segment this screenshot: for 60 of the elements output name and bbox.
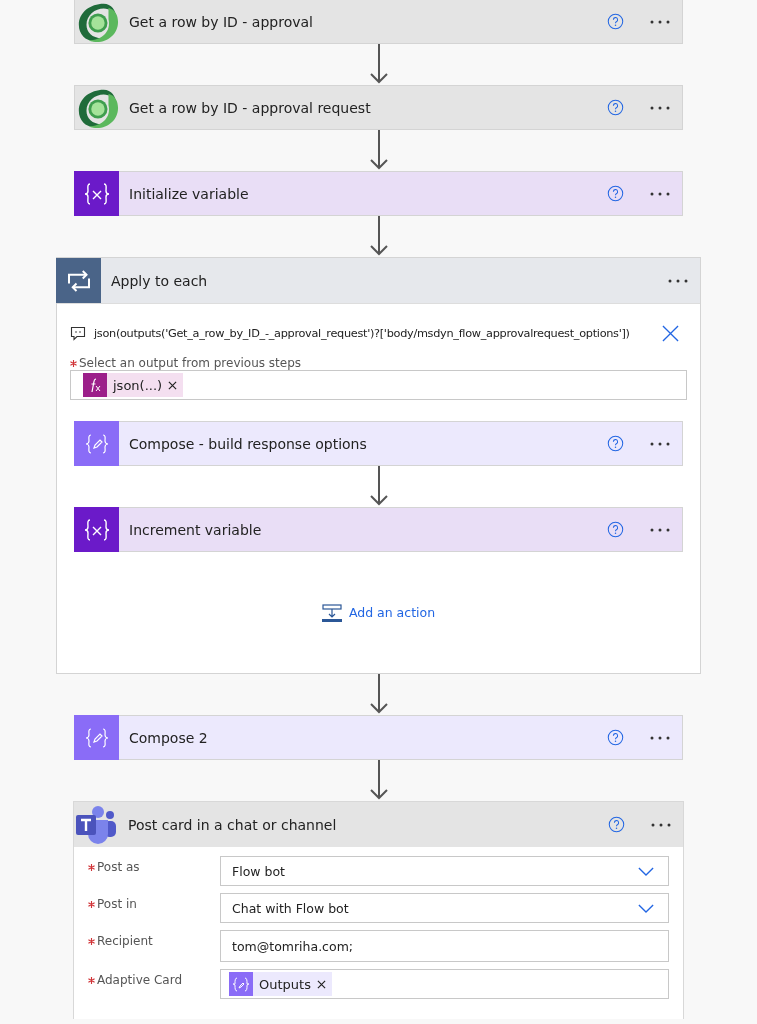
remove-icon[interactable]	[168, 380, 178, 390]
connector-arrow	[368, 216, 389, 257]
help-icon[interactable]	[607, 99, 624, 116]
action-card[interactable]: Compose - build response options	[74, 421, 683, 466]
more-icon[interactable]	[650, 105, 670, 110]
chevron-down-icon	[638, 903, 654, 913]
connector-arrow	[368, 760, 389, 801]
field-label: Post as	[97, 860, 140, 874]
input-field[interactable]: Outputs	[220, 969, 669, 999]
connector-arrow	[368, 44, 389, 85]
action-card[interactable]: Compose 2	[74, 715, 683, 760]
dropdown[interactable]: Chat with Flow bot	[220, 893, 669, 923]
add-action-icon	[321, 603, 342, 622]
input-field[interactable]: json(...)	[70, 370, 687, 400]
step-title: Compose 2	[128, 729, 209, 746]
action-card[interactable]: Get a row by ID - approval request	[74, 85, 683, 130]
chevron-down-icon	[638, 866, 654, 876]
action-card[interactable]: Post card in a chat or channel	[74, 802, 683, 847]
compose-icon	[229, 972, 253, 996]
more-icon[interactable]	[650, 735, 670, 740]
more-icon[interactable]	[650, 527, 670, 532]
comment-icon	[70, 325, 86, 341]
connector-arrow	[368, 674, 389, 715]
more-icon[interactable]	[668, 278, 688, 283]
step-title: Get a row by ID - approval request	[128, 99, 372, 116]
input-field[interactable]: tom@tomriha.com;	[220, 930, 669, 962]
help-icon[interactable]	[607, 435, 624, 452]
connector-arrow	[368, 466, 389, 507]
more-icon[interactable]	[651, 822, 671, 827]
step-title: Apply to each	[110, 272, 209, 289]
close-icon[interactable]	[662, 324, 679, 342]
step-title: Initialize variable	[128, 185, 250, 202]
more-icon[interactable]	[650, 19, 670, 24]
help-icon[interactable]	[608, 816, 625, 833]
connector-arrow	[368, 130, 389, 171]
help-icon[interactable]	[607, 521, 624, 538]
help-icon[interactable]	[607, 729, 624, 746]
step-title: Post card in a chat or channel	[127, 816, 338, 833]
action-card[interactable]: Get a row by ID - approval	[74, 0, 683, 44]
add-action-link[interactable]: Add an action	[321, 603, 436, 622]
field-label: Adaptive Card	[97, 973, 182, 987]
token-chip[interactable]: Outputs	[229, 972, 332, 996]
token-chip[interactable]: json(...)	[83, 373, 184, 397]
function-icon	[83, 373, 107, 397]
step-title: Get a row by ID - approval	[128, 13, 314, 30]
field-label: Select an output from previous steps	[79, 356, 302, 370]
help-icon[interactable]	[607, 13, 624, 30]
field-label: Recipient	[97, 934, 153, 948]
help-icon[interactable]	[607, 185, 624, 202]
dropdown[interactable]: Flow bot	[220, 856, 669, 886]
more-icon[interactable]	[650, 441, 670, 446]
field-label: Post in	[97, 897, 137, 911]
card-header[interactable]: Apply to each	[57, 258, 700, 304]
step-title: Increment variable	[128, 521, 263, 538]
more-icon[interactable]	[650, 191, 670, 196]
action-card[interactable]: Initialize variable	[74, 171, 683, 216]
remove-icon[interactable]	[316, 979, 326, 989]
action-card[interactable]: Increment variable	[74, 507, 683, 552]
expression-text: json(outputs('Get_a_row_by_ID_-_approval_request')?['body/msdyn_flow_approvalrequest_options'])	[94, 326, 631, 340]
step-title: Compose - build response options	[128, 435, 368, 452]
